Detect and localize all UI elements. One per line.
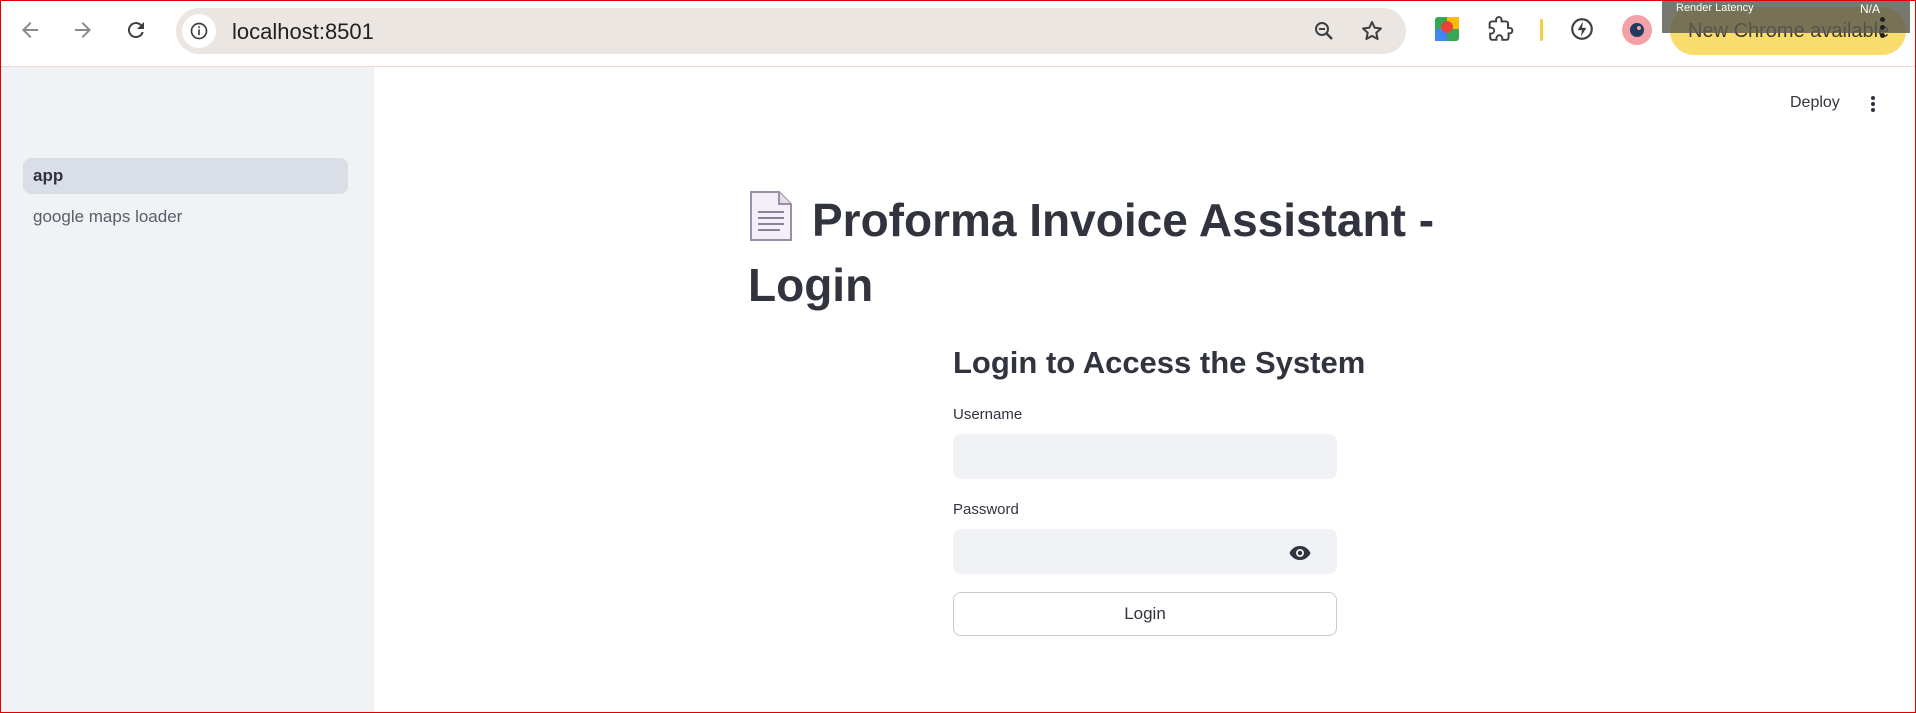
document-icon bbox=[748, 190, 794, 256]
show-password-button[interactable] bbox=[1287, 540, 1313, 566]
toolbar-divider bbox=[1540, 19, 1543, 41]
render-latency-label: Render Latency bbox=[1676, 2, 1754, 14]
back-button[interactable] bbox=[10, 10, 50, 50]
bookmark-button[interactable] bbox=[1358, 17, 1386, 45]
login-heading: Login to Access the System bbox=[953, 345, 1366, 380]
extension-maps[interactable] bbox=[1432, 14, 1462, 44]
username-input[interactable] bbox=[953, 434, 1337, 479]
site-info-button[interactable] bbox=[182, 14, 216, 48]
sidebar-item-label: google maps loader bbox=[33, 207, 183, 226]
back-arrow-icon bbox=[22, 22, 38, 38]
url-text[interactable]: localhost:8501 bbox=[232, 19, 374, 45]
more-vert-icon bbox=[1871, 96, 1875, 100]
main-menu-button[interactable] bbox=[1866, 94, 1880, 118]
sidebar-item-google-maps-loader[interactable]: google maps loader bbox=[23, 199, 348, 235]
maps-extension-icon bbox=[1435, 17, 1459, 41]
reload-icon bbox=[127, 22, 144, 39]
sidebar-item-app[interactable]: app bbox=[23, 158, 348, 194]
star-icon bbox=[1362, 21, 1382, 40]
sidebar: app google maps loader bbox=[1, 67, 374, 712]
forward-arrow-icon bbox=[75, 22, 91, 38]
browser-menu-button[interactable] bbox=[1872, 14, 1892, 48]
forward-button[interactable] bbox=[63, 10, 103, 50]
browser-toolbar: localhost:8501 New Chrome available Rend… bbox=[0, 0, 1916, 67]
puzzle-icon bbox=[1488, 16, 1514, 41]
address-bar[interactable]: localhost:8501 bbox=[176, 8, 1406, 54]
password-input[interactable] bbox=[953, 529, 1337, 574]
performance-button[interactable] bbox=[1567, 14, 1597, 44]
username-label: Username bbox=[953, 406, 1023, 423]
reload-button[interactable] bbox=[116, 10, 156, 50]
login-button[interactable]: Login bbox=[953, 592, 1337, 636]
more-vert-icon bbox=[1879, 17, 1885, 22]
deploy-button[interactable]: Deploy bbox=[1790, 94, 1840, 112]
extensions-button[interactable] bbox=[1486, 14, 1516, 44]
speed-icon bbox=[1571, 18, 1593, 40]
profile-avatar[interactable] bbox=[1622, 15, 1652, 45]
zoom-button[interactable] bbox=[1310, 17, 1338, 45]
eye-icon bbox=[1289, 546, 1311, 560]
page-title-text: Proforma Invoice Assistant - Login bbox=[748, 194, 1435, 311]
profile-icon bbox=[1630, 23, 1644, 37]
password-label: Password bbox=[953, 501, 1019, 518]
page-title: Proforma Invoice Assistant - Login bbox=[748, 190, 1488, 315]
info-icon bbox=[190, 22, 208, 40]
sidebar-item-label: app bbox=[33, 166, 64, 185]
zoom-icon bbox=[1315, 22, 1333, 40]
